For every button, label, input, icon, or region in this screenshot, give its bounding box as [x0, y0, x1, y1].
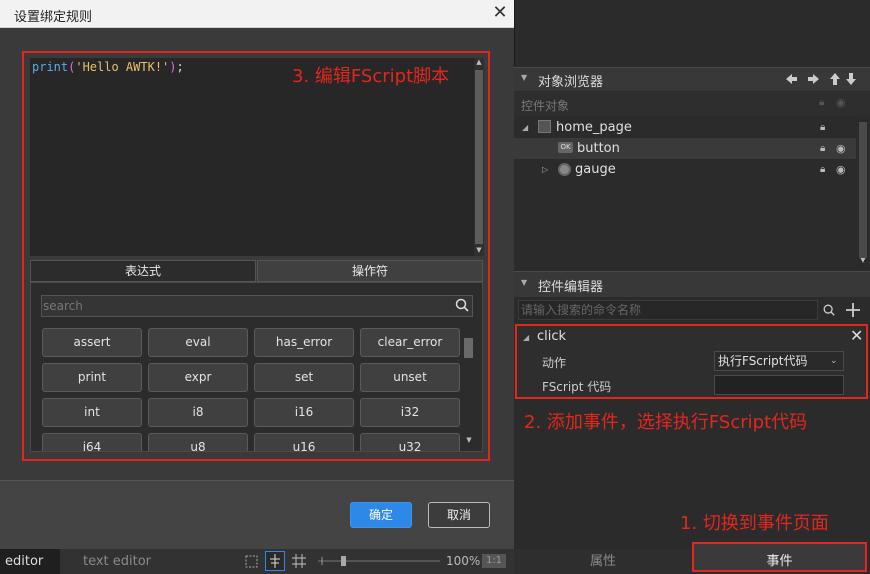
select-rect-icon[interactable] — [244, 554, 260, 569]
fscript-label: FScript 代码 — [542, 380, 612, 394]
annotation-step2: 2. 添加事件，选择执行FScript代码 — [524, 412, 808, 433]
zoom-slider[interactable] — [316, 554, 442, 568]
canvas-area — [514, 0, 870, 66]
action-select-value: 执行FScript代码 — [718, 354, 808, 368]
tree-node-label: gauge — [575, 162, 616, 177]
expand-triangle-icon[interactable]: ▷ — [542, 159, 548, 180]
align-guide-icon[interactable] — [265, 551, 285, 571]
object-column-label: 控件对象 — [521, 99, 570, 113]
object-browser-title: 对象浏览器 — [538, 75, 604, 90]
close-icon[interactable]: ✕ — [850, 326, 863, 345]
expand-triangle-icon[interactable]: ◢ — [522, 117, 528, 138]
cancel-button[interactable]: 取消 — [428, 502, 490, 528]
tab-editor[interactable]: editor — [0, 549, 60, 574]
collapse-triangle-icon[interactable]: ▼ — [521, 278, 527, 287]
tab-properties[interactable]: 属性 — [514, 549, 692, 574]
object-tree-scrollbar-thumb[interactable] — [859, 122, 867, 258]
grid-icon[interactable] — [291, 553, 307, 569]
lock-icon[interactable]: 🔒︎ — [820, 117, 825, 138]
zoom-level: 100% — [446, 554, 481, 568]
action-select[interactable]: 执行FScript代码 ⌄ — [714, 351, 844, 371]
add-icon[interactable] — [845, 302, 861, 318]
button-icon: OK — [558, 142, 573, 153]
annotation-step3: 3. 编辑FScript脚本 — [292, 66, 450, 87]
chevron-down-icon: ⌄ — [830, 356, 838, 366]
tree-node-gauge[interactable]: ▷ gauge 🔒︎ ◉ — [514, 159, 856, 180]
move-up-icon — [830, 73, 840, 85]
gauge-icon — [558, 163, 571, 176]
tree-node-label: home_page — [556, 120, 632, 135]
command-search-input[interactable] — [521, 302, 811, 318]
command-editor-title: 控件编辑器 — [538, 280, 604, 295]
close-icon[interactable]: ✕ — [490, 3, 510, 23]
ok-button[interactable]: 确定 — [350, 502, 412, 528]
fscript-code-field[interactable] — [714, 375, 844, 395]
lock-icon: 🔒︎ — [819, 97, 825, 108]
move-right-icon — [808, 74, 819, 84]
eye-icon[interactable]: ◉ — [836, 159, 846, 180]
search-icon[interactable] — [822, 303, 836, 317]
lock-icon[interactable]: 🔒︎ — [820, 138, 825, 159]
eye-icon: ◉ — [836, 96, 846, 109]
action-label: 动作 — [542, 356, 567, 370]
annotation-step1: 1. 切换到事件页面 — [680, 513, 829, 534]
expand-triangle-icon[interactable]: ◢ — [523, 333, 529, 342]
lock-icon[interactable]: 🔒︎ — [820, 159, 825, 180]
dialog-title: 设置绑定规则 — [14, 10, 93, 25]
collapse-triangle-icon[interactable]: ▼ — [521, 73, 527, 82]
move-down-icon — [846, 73, 856, 85]
move-left-icon — [786, 74, 797, 84]
tree-node-home-page[interactable]: ◢ home_page 🔒︎ — [514, 117, 856, 138]
move-arrows — [786, 73, 856, 85]
tree-node-label: button — [577, 141, 620, 156]
tab-events[interactable]: 事件 — [692, 549, 867, 574]
tree-node-button[interactable]: OK button 🔒︎ ◉ — [514, 138, 856, 159]
event-name: click — [537, 329, 567, 344]
eye-icon[interactable]: ◉ — [836, 138, 846, 159]
tab-text-editor[interactable]: text editor — [62, 549, 172, 574]
annotation-box-script — [22, 51, 490, 461]
zoom-reset-button[interactable]: 1:1 — [482, 554, 506, 568]
window-icon — [538, 120, 551, 133]
